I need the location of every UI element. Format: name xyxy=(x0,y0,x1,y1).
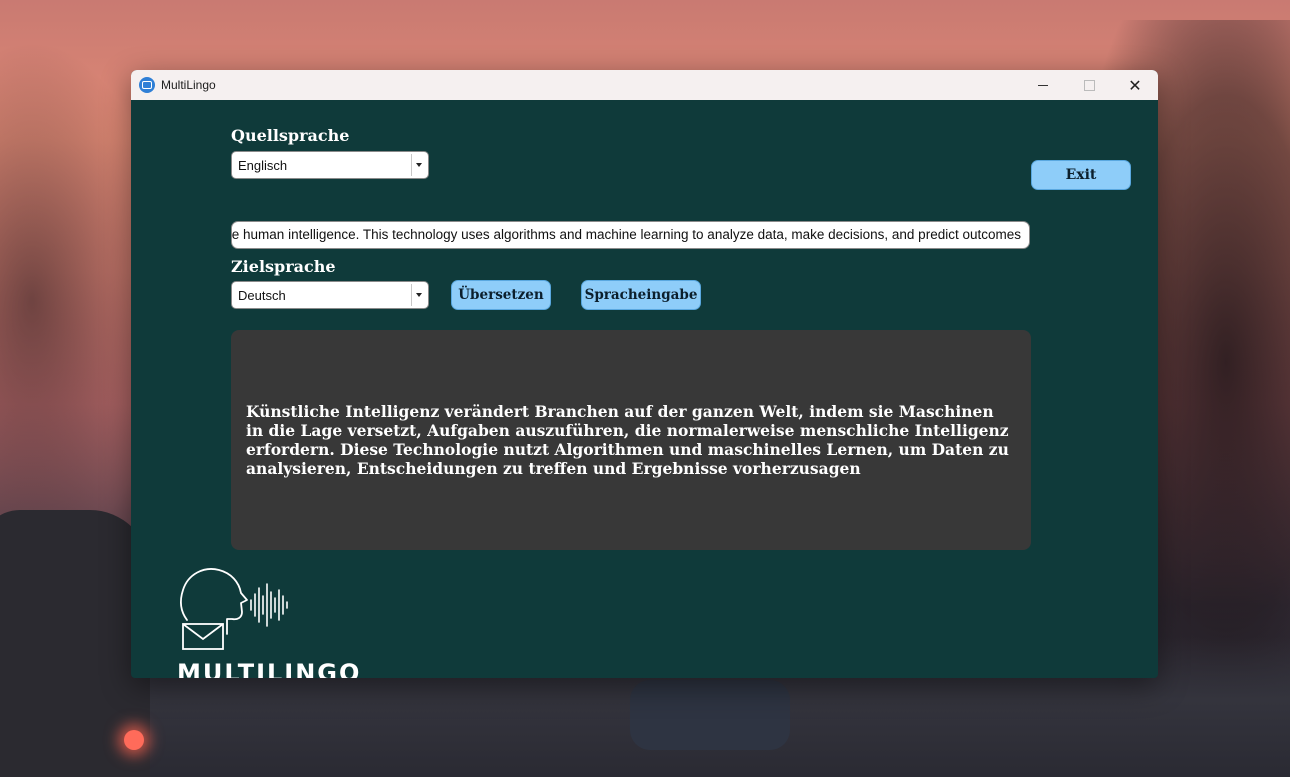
target-language-value: Deutsch xyxy=(238,287,286,303)
exit-button[interactable]: Exit xyxy=(1031,160,1131,190)
target-language-select[interactable]: Deutsch xyxy=(231,281,429,309)
window-controls: ✕ xyxy=(1020,70,1158,100)
translate-button[interactable]: Übersetzen xyxy=(451,280,551,310)
maximize-button[interactable] xyxy=(1066,70,1112,100)
logo-wordmark: MULTILINGO xyxy=(177,659,362,678)
source-language-select[interactable]: Englisch xyxy=(231,151,429,179)
main-content: Quellsprache Englisch Exit Artificial in… xyxy=(131,100,1158,678)
voice-input-button[interactable]: Spracheingabe xyxy=(581,280,701,310)
desktop-wallpaper: MultiLingo ✕ Quellsprache Englisch Exit xyxy=(0,0,1290,777)
source-text-value: Artificial intelligence is transforming … xyxy=(231,227,1021,242)
window-title: MultiLingo xyxy=(161,78,216,92)
minimize-icon xyxy=(1038,84,1048,86)
target-language-label: Zielsprache xyxy=(231,257,336,276)
maximize-icon xyxy=(1083,79,1095,91)
translation-output-text: Künstliche Intelligenz verändert Branche… xyxy=(246,402,1009,478)
logo: MULTILINGO xyxy=(171,562,371,678)
chevron-down-icon[interactable] xyxy=(411,284,426,306)
chevron-down-icon[interactable] xyxy=(411,154,426,176)
source-language-label: Quellsprache xyxy=(231,126,350,145)
app-window: MultiLingo ✕ Quellsprache Englisch Exit xyxy=(131,70,1158,678)
speaking-head-mail-icon xyxy=(180,568,288,650)
close-icon: ✕ xyxy=(1128,75,1142,95)
title-bar[interactable]: MultiLingo ✕ xyxy=(131,70,1158,100)
translate-icon xyxy=(139,77,155,93)
minimize-button[interactable] xyxy=(1020,70,1066,100)
wallpaper-barrel xyxy=(630,680,790,750)
wallpaper-car-light xyxy=(124,730,144,750)
source-language-value: Englisch xyxy=(238,157,288,173)
close-button[interactable]: ✕ xyxy=(1112,70,1158,100)
source-text-input[interactable]: Artificial intelligence is transforming … xyxy=(231,221,1030,249)
translation-output: Künstliche Intelligenz verändert Branche… xyxy=(231,330,1031,550)
